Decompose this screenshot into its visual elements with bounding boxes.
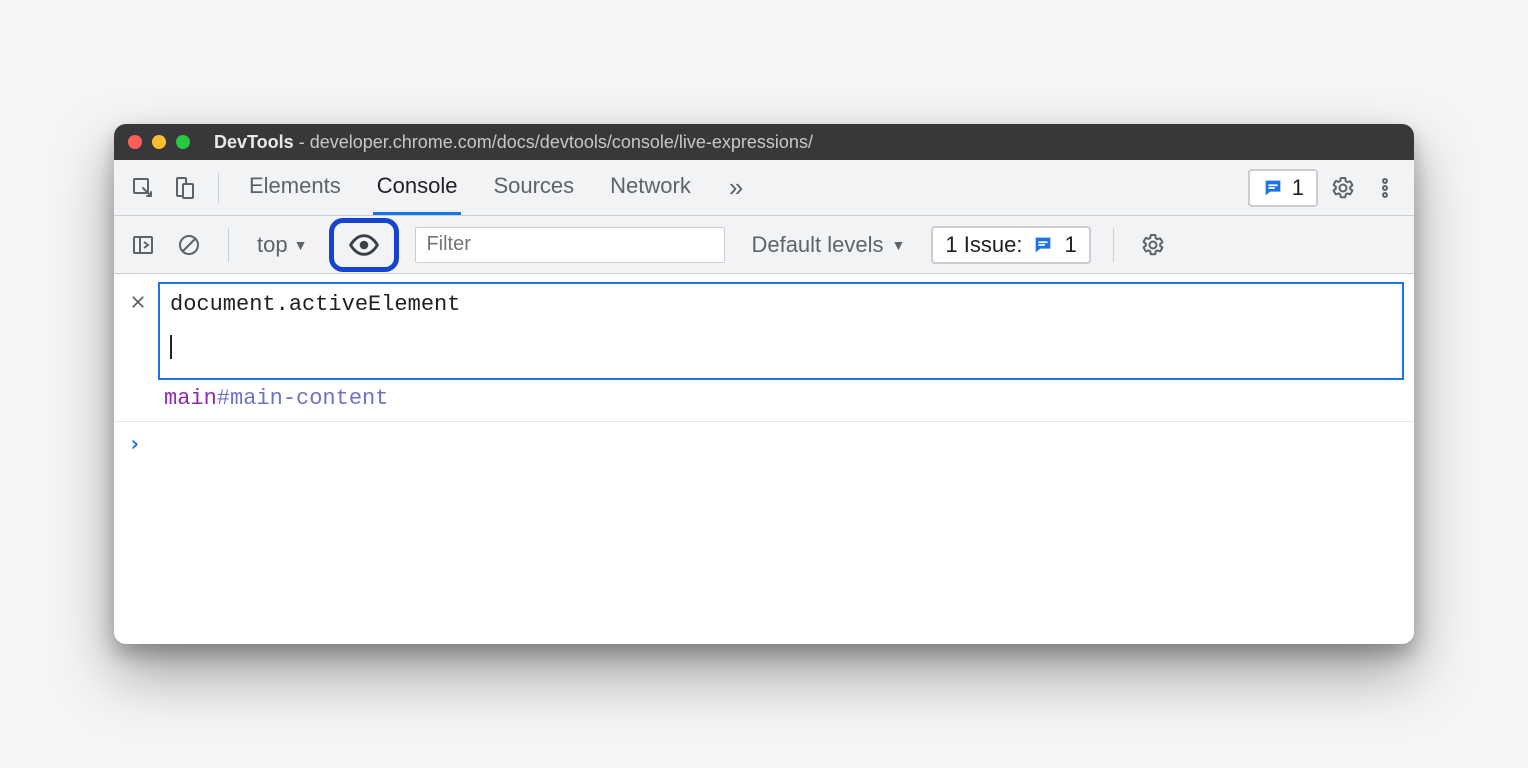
- issues-label: 1 Issue:: [945, 232, 1022, 258]
- eye-icon: [348, 229, 380, 261]
- window-title: DevTools - developer.chrome.com/docs/dev…: [214, 132, 813, 153]
- window-controls: [128, 135, 190, 149]
- toolbar-divider-2: [1113, 228, 1114, 262]
- maximize-window-button[interactable]: [176, 135, 190, 149]
- console-settings-icon[interactable]: [1136, 228, 1170, 262]
- messages-badge[interactable]: 1: [1248, 169, 1318, 207]
- chat-icon: [1032, 234, 1054, 256]
- result-selector: #main-content: [217, 386, 389, 411]
- settings-icon[interactable]: [1326, 171, 1360, 205]
- window-titlebar: DevTools - developer.chrome.com/docs/dev…: [114, 124, 1414, 160]
- result-tag: main: [164, 386, 217, 411]
- inspect-element-icon[interactable]: [126, 171, 160, 205]
- devtools-window: DevTools - developer.chrome.com/docs/dev…: [114, 124, 1414, 644]
- chevron-down-icon: ▼: [294, 237, 308, 253]
- context-label: top: [257, 232, 288, 258]
- more-tabs-icon[interactable]: »: [723, 160, 749, 215]
- tab-sources[interactable]: Sources: [489, 160, 578, 215]
- prompt-caret-icon: ›: [128, 432, 141, 457]
- chevron-down-icon: ▼: [892, 237, 906, 253]
- tab-network[interactable]: Network: [606, 160, 695, 215]
- execution-context-select[interactable]: top ▼: [251, 232, 313, 258]
- messages-count: 1: [1292, 175, 1304, 201]
- main-tabbar: Elements Console Sources Network » 1: [114, 160, 1414, 216]
- live-expression-area: document.activeElement main#main-content: [114, 274, 1414, 422]
- issues-count: 1: [1064, 232, 1076, 258]
- close-window-button[interactable]: [128, 135, 142, 149]
- delete-live-expression-button[interactable]: [124, 288, 152, 316]
- levels-label: Default levels: [751, 232, 883, 258]
- text-cursor: [170, 335, 172, 359]
- log-levels-select[interactable]: Default levels ▼: [751, 232, 905, 258]
- live-expression-row: document.activeElement: [114, 274, 1414, 384]
- issues-button[interactable]: 1 Issue: 1: [931, 226, 1090, 264]
- live-expression-input[interactable]: document.activeElement: [158, 282, 1404, 380]
- create-live-expression-button[interactable]: [329, 218, 399, 272]
- console-toolbar: top ▼ Default levels ▼ 1 Issue: 1: [114, 216, 1414, 274]
- tabbar-divider: [218, 173, 219, 203]
- console-sidebar-toggle-icon[interactable]: [126, 228, 160, 262]
- chat-icon: [1262, 177, 1284, 199]
- device-toolbar-icon[interactable]: [168, 171, 202, 205]
- minimize-window-button[interactable]: [152, 135, 166, 149]
- live-expression-text: document.activeElement: [170, 292, 1392, 317]
- tab-console[interactable]: Console: [373, 160, 462, 215]
- console-prompt[interactable]: ›: [114, 422, 1414, 467]
- live-expression-result[interactable]: main#main-content: [114, 384, 1414, 422]
- toolbar-divider-1: [228, 228, 229, 262]
- tab-elements[interactable]: Elements: [245, 160, 345, 215]
- title-sep: -: [294, 132, 310, 152]
- window-url: developer.chrome.com/docs/devtools/conso…: [310, 132, 813, 152]
- console-filter-input[interactable]: [415, 227, 725, 263]
- kebab-menu-icon[interactable]: [1368, 171, 1402, 205]
- clear-console-icon[interactable]: [172, 228, 206, 262]
- app-name: DevTools: [214, 132, 294, 152]
- panel-tabs: Elements Console Sources Network »: [245, 160, 749, 215]
